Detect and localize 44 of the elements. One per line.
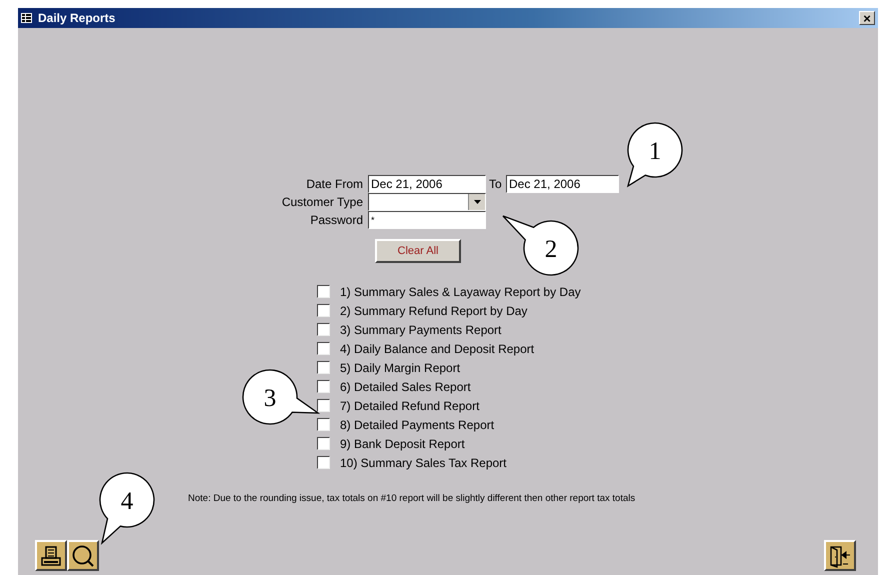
report-label: 1) Summary Sales & Layaway Report by Day — [340, 284, 581, 298]
report-label: 6) Detailed Sales Report — [340, 380, 471, 394]
callout-bubble: 2 — [502, 215, 579, 276]
magnifier-icon — [71, 544, 95, 568]
report-label: 9) Bank Deposit Report — [340, 436, 465, 450]
window-title: Daily Reports — [38, 11, 116, 25]
note-text: Note: Due to the rounding issue, tax totals on #10 report will be slightly different then other report tax totals — [188, 493, 636, 504]
field-label: Password — [309, 213, 364, 227]
form-icon — [21, 13, 32, 23]
checkbox[interactable] — [317, 456, 330, 469]
checkbox[interactable] — [317, 380, 330, 393]
report-label: 10) Summary Sales Tax Report — [340, 456, 507, 470]
print-button[interactable] — [35, 540, 67, 571]
date-to-field[interactable]: Dec 21, 2006 — [506, 175, 619, 193]
printer-icon — [40, 544, 62, 566]
report-label: 2) Summary Refund Report by Day — [340, 304, 528, 318]
checkbox[interactable] — [317, 437, 330, 450]
callout-bubble: 3 — [242, 369, 319, 425]
clear-all-button[interactable]: Clear All — [375, 239, 461, 263]
field-label: Date From — [305, 177, 364, 191]
report-label: 3) Summary Payments Report — [340, 322, 502, 336]
checkbox[interactable] — [317, 418, 330, 431]
report-label: 4) Daily Balance and Deposit Report — [340, 342, 534, 356]
caret-icon — [474, 200, 480, 204]
date-from-field[interactable]: Dec 21, 2006 — [368, 175, 486, 193]
checkbox[interactable] — [317, 323, 330, 336]
door-exit-icon — [828, 544, 852, 568]
close-button[interactable]: × — [859, 11, 875, 25]
exit-button[interactable] — [824, 540, 856, 571]
checkbox[interactable] — [317, 285, 330, 298]
checkbox[interactable] — [317, 361, 330, 374]
preview-button[interactable] — [67, 540, 99, 571]
checkbox[interactable] — [317, 342, 330, 355]
checkbox[interactable] — [317, 304, 330, 317]
report-label: 5) Daily Margin Report — [340, 360, 460, 374]
field-label: To — [488, 177, 503, 191]
customer-type-dropdown[interactable] — [368, 193, 486, 211]
callout-bubble: 4 — [99, 472, 155, 544]
report-label: 7) Detailed Refund Report — [340, 398, 480, 412]
checkbox[interactable] — [317, 399, 330, 412]
callout-bubble: 1 — [627, 122, 683, 187]
password-field[interactable]: * — [368, 211, 486, 229]
field-label: Customer Type — [280, 195, 364, 209]
report-label: 8) Detailed Payments Report — [340, 418, 494, 432]
